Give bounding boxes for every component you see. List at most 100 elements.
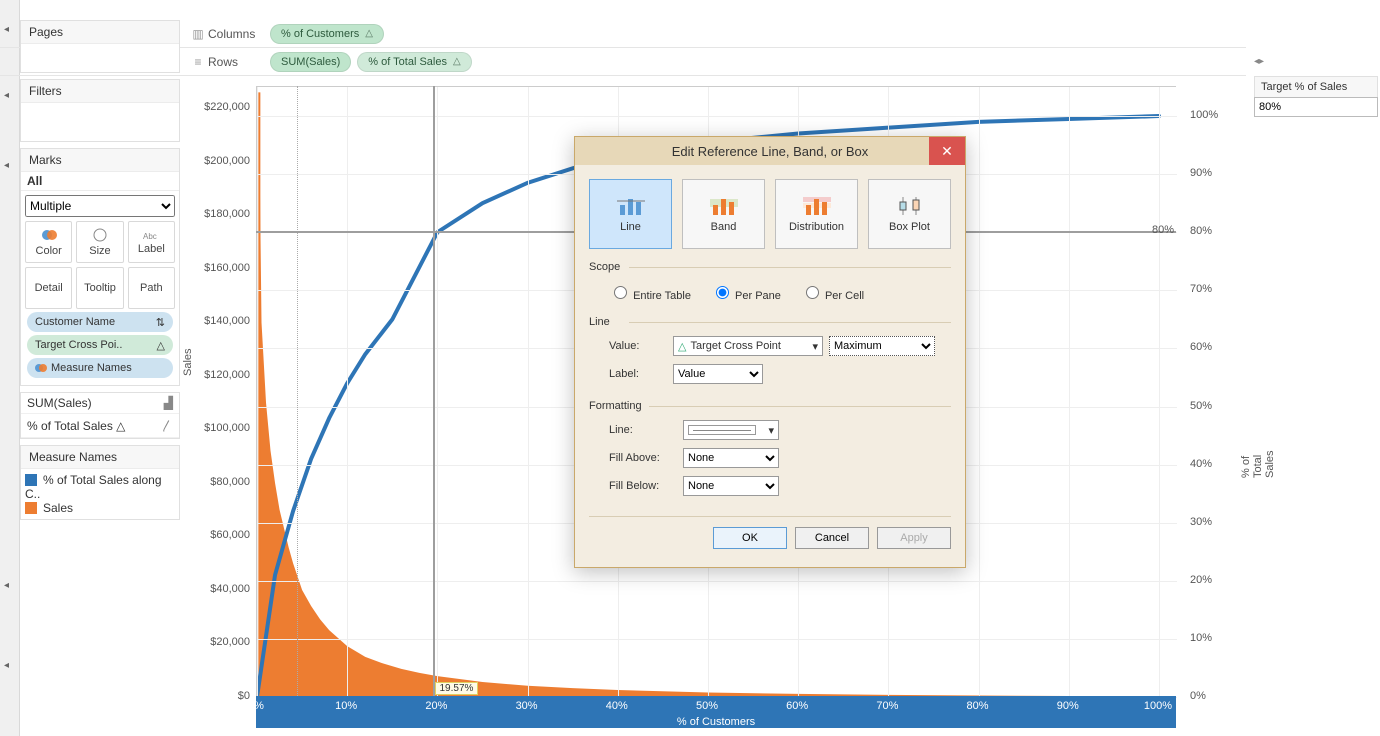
legend-item[interactable]: Sales <box>25 501 175 515</box>
reference-line-h-label: 80% <box>1152 224 1174 236</box>
chevron-down-icon: ▾ <box>812 340 818 353</box>
measure-sum-sales[interactable]: SUM(Sales)▟ <box>21 393 179 414</box>
delta-icon: △ <box>365 28 373 39</box>
columns-icon: ▥ <box>188 27 208 41</box>
close-icon: ✕ <box>941 143 953 160</box>
mark-type-select[interactable]: Multiple <box>25 195 175 217</box>
legend-header: Measure Names <box>21 446 179 469</box>
apply-button[interactable]: Apply <box>877 527 951 549</box>
line-type-icon <box>617 195 645 217</box>
fill-above-label: Fill Above: <box>609 452 683 464</box>
delta-icon: △ <box>453 56 461 67</box>
legend-swatch <box>25 474 37 486</box>
x-axis-band: 0%10%20%30%40%50%60%70%80%90%100% % of C… <box>256 696 1176 728</box>
fill-below-select[interactable]: None <box>683 476 779 496</box>
label-icon: Abc <box>143 229 159 241</box>
formatting-section-label: Formatting <box>589 400 951 412</box>
pill-text: SUM(Sales) <box>281 56 340 68</box>
marks-detail-button[interactable]: Detail <box>25 267 72 309</box>
legend-swatch <box>25 502 37 514</box>
value-field-select[interactable]: △ Target Cross Point ▾ <box>673 336 823 356</box>
pill-text: % of Customers <box>281 28 359 40</box>
fill-below-label: Fill Below: <box>609 480 683 492</box>
rows-shelf[interactable]: ≡ Rows SUM(Sales) % of Total Sales△ <box>0 48 1246 76</box>
fill-above-select[interactable]: None <box>683 448 779 468</box>
rows-icon: ≡ <box>188 55 208 69</box>
pages-header: Pages <box>21 21 179 44</box>
expand-arrow-icon[interactable]: ◂▸ <box>1254 56 1264 67</box>
band-type-icon <box>710 195 738 217</box>
svg-text:Abc: Abc <box>143 232 157 241</box>
mark-pill-target[interactable]: Target Cross Poi.. △ <box>27 335 173 355</box>
dialog-title: Edit Reference Line, Band, or Box <box>672 144 869 159</box>
columns-pill[interactable]: % of Customers △ <box>270 24 384 44</box>
collapse-arrow-icon[interactable]: ◂ <box>4 660 9 671</box>
dialog-title-bar[interactable]: Edit Reference Line, Band, or Box ✕ <box>575 137 965 165</box>
marks-color-button[interactable]: Color <box>25 221 72 263</box>
distribution-type-icon <box>803 195 831 217</box>
mark-pill-customer[interactable]: Customer Name ⇅ <box>27 312 173 332</box>
chevron-down-icon: ▾ <box>768 424 774 437</box>
bar-chart-icon: ▟ <box>164 396 173 410</box>
type-band-button[interactable]: Band <box>682 179 765 249</box>
marks-label-button[interactable]: Abc Label <box>128 221 175 263</box>
close-button[interactable]: ✕ <box>929 137 965 165</box>
line-chart-icon: 〳 <box>161 417 173 434</box>
line-section-label: Line <box>589 316 951 328</box>
color-icon <box>41 227 57 243</box>
y-right-axis: 0%10%20%30%40%50%60%70%80%90%100% <box>1184 86 1240 696</box>
marks-path-button[interactable]: Path <box>128 267 175 309</box>
scope-entire-table[interactable]: Entire Table <box>609 283 691 302</box>
delta-icon: △ <box>678 340 686 353</box>
columns-shelf[interactable]: ▥ Columns % of Customers △ <box>0 20 1246 48</box>
y-left-axis: $0$20,000$40,000$60,000$80,000$100,000$1… <box>186 86 256 696</box>
marks-size-button[interactable]: Size <box>76 221 123 263</box>
pill-text: Measure Names <box>51 362 132 374</box>
value-agg-select[interactable]: Maximum <box>829 336 935 356</box>
delta-icon: △ <box>157 339 165 352</box>
target-header: Target % of Sales <box>1254 76 1378 97</box>
reference-line-v-label: 19.57% <box>435 682 479 695</box>
measure-pct-total[interactable]: % of Total Sales △〳 <box>21 414 179 438</box>
marks-all-tab[interactable]: All <box>21 172 179 191</box>
type-line-button[interactable]: Line <box>589 179 672 249</box>
type-distribution-button[interactable]: Distribution <box>775 179 858 249</box>
color-icon <box>35 362 47 374</box>
size-icon <box>92 227 108 243</box>
scope-section-label: Scope <box>589 261 951 273</box>
rows-pill-pct[interactable]: % of Total Sales△ <box>357 52 471 72</box>
scope-per-cell[interactable]: Per Cell <box>801 283 864 302</box>
rows-label: Rows <box>208 55 270 69</box>
columns-label: Columns <box>208 27 270 41</box>
value-label: Value: <box>609 340 673 352</box>
pill-text: Customer Name <box>35 316 115 328</box>
line-style-select[interactable]: ▾ <box>683 420 779 440</box>
sort-icon: ⇅ <box>156 316 165 329</box>
legend-item[interactable]: % of Total Sales along C.. <box>25 473 175 501</box>
line-format-label: Line: <box>609 424 683 436</box>
ok-button[interactable]: OK <box>713 527 787 549</box>
mark-pill-measure[interactable]: Measure Names <box>27 358 173 378</box>
target-value-input[interactable] <box>1254 97 1378 117</box>
filters-card[interactable]: Filters <box>20 79 180 142</box>
color-legend-card[interactable]: Measure Names % of Total Sales along C..… <box>20 445 180 520</box>
collapse-arrow-icon[interactable]: ◂ <box>4 90 9 101</box>
filters-header: Filters <box>21 80 179 103</box>
rows-pill-sum[interactable]: SUM(Sales) <box>270 52 351 72</box>
marks-tooltip-button[interactable]: Tooltip <box>76 267 123 309</box>
reference-line-v[interactable] <box>433 86 435 696</box>
label-select[interactable]: Value <box>673 364 763 384</box>
boxplot-type-icon <box>896 195 924 217</box>
pages-card[interactable]: Pages <box>20 20 180 73</box>
type-boxplot-button[interactable]: Box Plot <box>868 179 951 249</box>
marks-header: Marks <box>21 149 179 172</box>
delta-icon: △ <box>116 419 125 433</box>
edit-reference-line-dialog: Edit Reference Line, Band, or Box ✕ Line… <box>574 136 966 568</box>
scope-per-pane[interactable]: Per Pane <box>711 283 781 302</box>
collapse-arrow-icon[interactable]: ◂ <box>4 580 9 591</box>
pill-text: Target Cross Poi.. <box>35 339 122 351</box>
drop-line <box>297 86 298 696</box>
x-axis-title: % of Customers <box>677 716 755 728</box>
cancel-button[interactable]: Cancel <box>795 527 869 549</box>
collapse-arrow-icon[interactable]: ◂ <box>4 160 9 171</box>
